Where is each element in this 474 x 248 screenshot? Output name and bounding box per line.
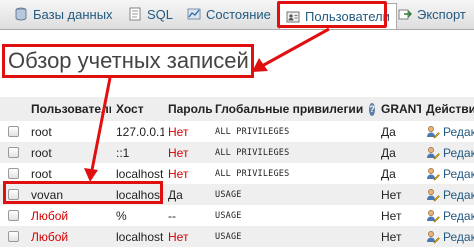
host: 127.0.0.1 xyxy=(116,124,164,139)
host: ::1 xyxy=(116,145,130,160)
edit-privileges-link[interactable]: Редактировать привилегии xyxy=(426,226,474,247)
edit-privileges-label: Редактировать привилегии xyxy=(443,145,474,160)
global-privileges: USAGE xyxy=(215,189,242,200)
table-header-row: Пользователь Хост Пароль Глобальные прив… xyxy=(0,97,474,122)
sql-icon xyxy=(129,7,141,21)
tab-databases-label: Базы данных xyxy=(33,6,113,22)
edit-privileges-label: Редактировать привилегии xyxy=(443,187,474,202)
row-checkbox[interactable] xyxy=(8,168,19,179)
tab-status[interactable]: Состояние xyxy=(187,2,271,26)
user-name: Любой xyxy=(31,208,69,223)
header-password[interactable]: Пароль xyxy=(168,97,212,121)
user-name: root xyxy=(31,145,52,160)
tab-sql[interactable]: SQL xyxy=(128,2,173,26)
database-icon xyxy=(15,7,27,21)
edit-user-icon xyxy=(427,230,440,243)
row-checkbox[interactable] xyxy=(8,126,19,137)
row-select-cell xyxy=(8,226,22,247)
row-checkbox[interactable] xyxy=(8,210,19,221)
global-privileges: ALL PRIVILEGES xyxy=(215,126,290,137)
global-privileges: USAGE xyxy=(215,210,242,221)
edit-user-icon xyxy=(427,125,440,138)
edit-privileges-label: Редактировать привилегии xyxy=(443,124,474,139)
arrow-to-title-line xyxy=(261,27,330,68)
row-checkbox[interactable] xyxy=(8,147,19,158)
grant-value: Да xyxy=(381,124,396,139)
row-checkbox[interactable] xyxy=(8,231,19,242)
edit-user-icon xyxy=(427,188,440,201)
global-privileges: ALL PRIVILEGES xyxy=(215,147,290,158)
grant-value: Да xyxy=(381,145,396,160)
row-select-cell xyxy=(8,121,22,142)
tab-status-label: Состояние xyxy=(206,6,271,22)
highlight-box-vovan-row xyxy=(3,181,163,204)
host: localhost xyxy=(116,229,164,244)
password-status: Нет xyxy=(168,166,189,181)
password-status: -- xyxy=(168,208,176,223)
header-host[interactable]: Хост xyxy=(116,97,164,121)
edit-user-icon xyxy=(427,209,440,222)
help-icon[interactable]: ? xyxy=(369,102,375,116)
table-row: root 127.0.0.1 Нет ALL PRIVILEGES Да Ред… xyxy=(0,121,474,142)
arrow-to-title-head xyxy=(252,58,268,72)
password-status: Нет xyxy=(168,145,189,160)
edit-privileges-link[interactable]: Редактировать привилегии xyxy=(426,184,474,205)
header-grant: GRANT xyxy=(381,102,421,116)
user-name: root xyxy=(31,124,52,139)
tab-export[interactable]: Экспорт xyxy=(398,2,466,26)
top-tab-bar: Базы данных SQL Состояние Пользователи Э… xyxy=(0,0,474,30)
edit-privileges-label: Редактировать привилегии xyxy=(443,208,474,223)
table-row: Любой % -- USAGE Нет Редактировать приви… xyxy=(0,205,474,226)
header-privileges: Глобальные привилегии ? xyxy=(215,97,375,121)
edit-user-icon xyxy=(427,146,440,159)
export-icon xyxy=(398,9,412,20)
header-privileges-label: Глобальные привилегии xyxy=(215,102,364,116)
tab-export-label: Экспорт xyxy=(417,6,466,22)
grant-value: Да xyxy=(381,166,396,181)
tab-databases[interactable]: Базы данных xyxy=(14,2,113,26)
edit-privileges-link[interactable]: Редактировать привилегии xyxy=(426,163,474,184)
edit-user-icon xyxy=(427,167,440,180)
global-privileges: USAGE xyxy=(215,231,242,242)
header-action: Действия xyxy=(426,102,474,116)
edit-privileges-link[interactable]: Редактировать привилегии xyxy=(426,205,474,226)
highlight-box-users-tab xyxy=(277,1,387,28)
grant-value: Нет xyxy=(381,187,402,202)
edit-privileges-label: Редактировать привилегии xyxy=(443,229,474,244)
edit-privileges-label: Редактировать привилегии xyxy=(443,166,474,181)
highlight-box-title xyxy=(2,44,254,78)
table-row: root ::1 Нет ALL PRIVILEGES Да Редактиро… xyxy=(0,142,474,163)
password-status: Нет xyxy=(168,229,189,244)
row-select-cell xyxy=(8,142,22,163)
edit-privileges-link[interactable]: Редактировать привилегии xyxy=(426,142,474,163)
host: % xyxy=(116,208,127,223)
row-select-cell xyxy=(8,205,22,226)
header-user[interactable]: Пользователь xyxy=(31,97,111,121)
grant-value: Нет xyxy=(381,208,402,223)
table-row: Любой localhost Нет USAGE Нет Редактиров… xyxy=(0,226,474,247)
edit-privileges-link[interactable]: Редактировать привилегии xyxy=(426,121,474,142)
grant-value: Нет xyxy=(381,229,402,244)
status-icon xyxy=(187,8,201,20)
tab-sql-label: SQL xyxy=(147,6,174,22)
password-status: Нет xyxy=(168,124,189,139)
global-privileges: ALL PRIVILEGES xyxy=(215,168,290,179)
password-status: Да xyxy=(168,187,183,202)
user-name: Любой xyxy=(31,229,69,244)
